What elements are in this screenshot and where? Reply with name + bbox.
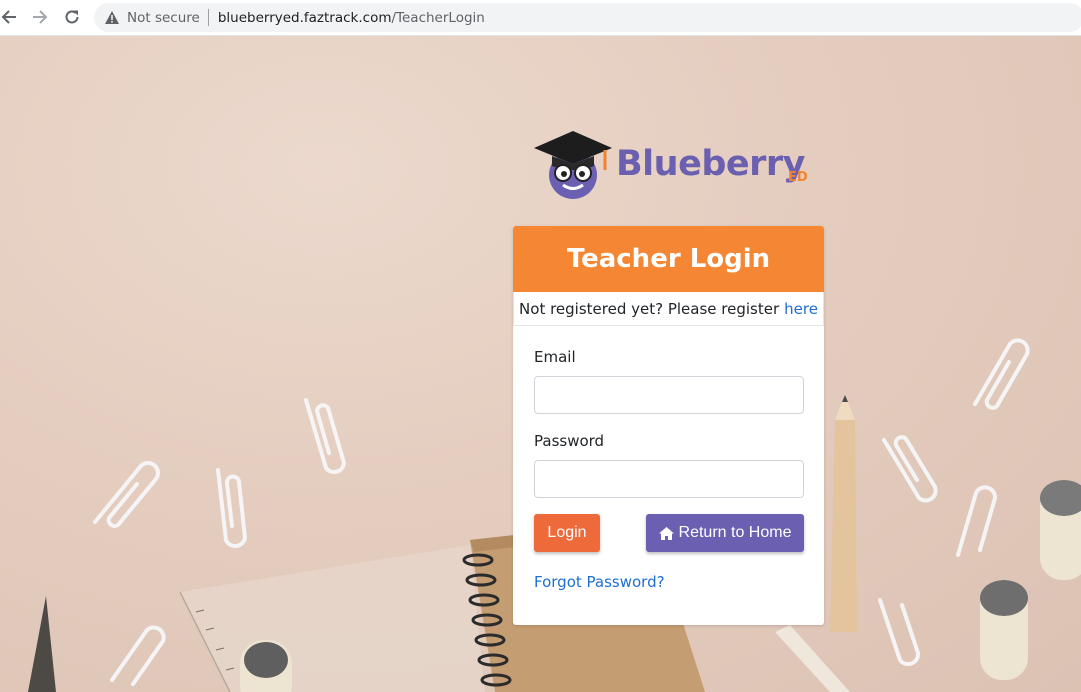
back-arrow-icon[interactable] [0,5,21,29]
url-host: blueberryed.faztrack.com [217,9,392,26]
browser-toolbar: Not secure blueberryed.faztrack.com/Teac… [0,0,1081,36]
button-row: Login Return to Home [534,514,804,554]
ruler [179,545,485,692]
register-prompt: Not registered yet? Please register here [513,292,824,326]
stick [775,625,850,692]
email-label: Email [534,348,576,366]
eraser [1040,480,1081,580]
url-path: /TeacherLogin [391,9,485,26]
paperclip [110,625,166,686]
paperclip [878,598,921,667]
register-prompt-text: Not registered yet? Please register [519,299,780,318]
warning-triangle-icon[interactable] [104,10,120,26]
brand-suffix: ED [788,170,808,185]
password-label: Password [534,432,605,450]
paperclip [973,338,1030,410]
graduate-mascot-icon [534,131,612,199]
blueberryed-logo: Blueberry ED [532,128,822,208]
security-status[interactable]: Not secure [127,10,200,26]
paperclip [93,461,160,529]
login-form: Email Password Login Return to Home Forg… [513,326,824,591]
return-home-label: Return to Home [678,524,792,541]
paperclip [956,485,997,557]
forgot-password-link[interactable]: Forgot Password? [534,573,665,591]
return-home-button[interactable]: Return to Home [646,514,804,552]
eraser [980,580,1028,680]
forward-arrow-icon[interactable] [28,5,52,29]
email-field[interactable] [534,376,804,414]
eraser [240,640,292,692]
login-button[interactable]: Login [534,514,600,552]
password-field[interactable] [534,460,804,498]
page-title: Teacher Login [566,244,771,274]
pencil [830,395,857,632]
address-separator [207,9,209,26]
login-card-header: Teacher Login [513,226,824,292]
address-bar[interactable]: Not secure blueberryed.faztrack.com/Teac… [94,3,1081,32]
home-icon [658,526,674,540]
login-card: Teacher Login Not registered yet? Please… [513,226,824,625]
scissors [28,596,56,692]
brand-name: Blueberry [616,144,805,184]
paperclip [216,468,248,549]
register-link[interactable]: here [784,300,818,318]
paperclip [304,398,347,475]
reload-icon[interactable] [60,5,84,29]
paperclip [882,435,938,503]
